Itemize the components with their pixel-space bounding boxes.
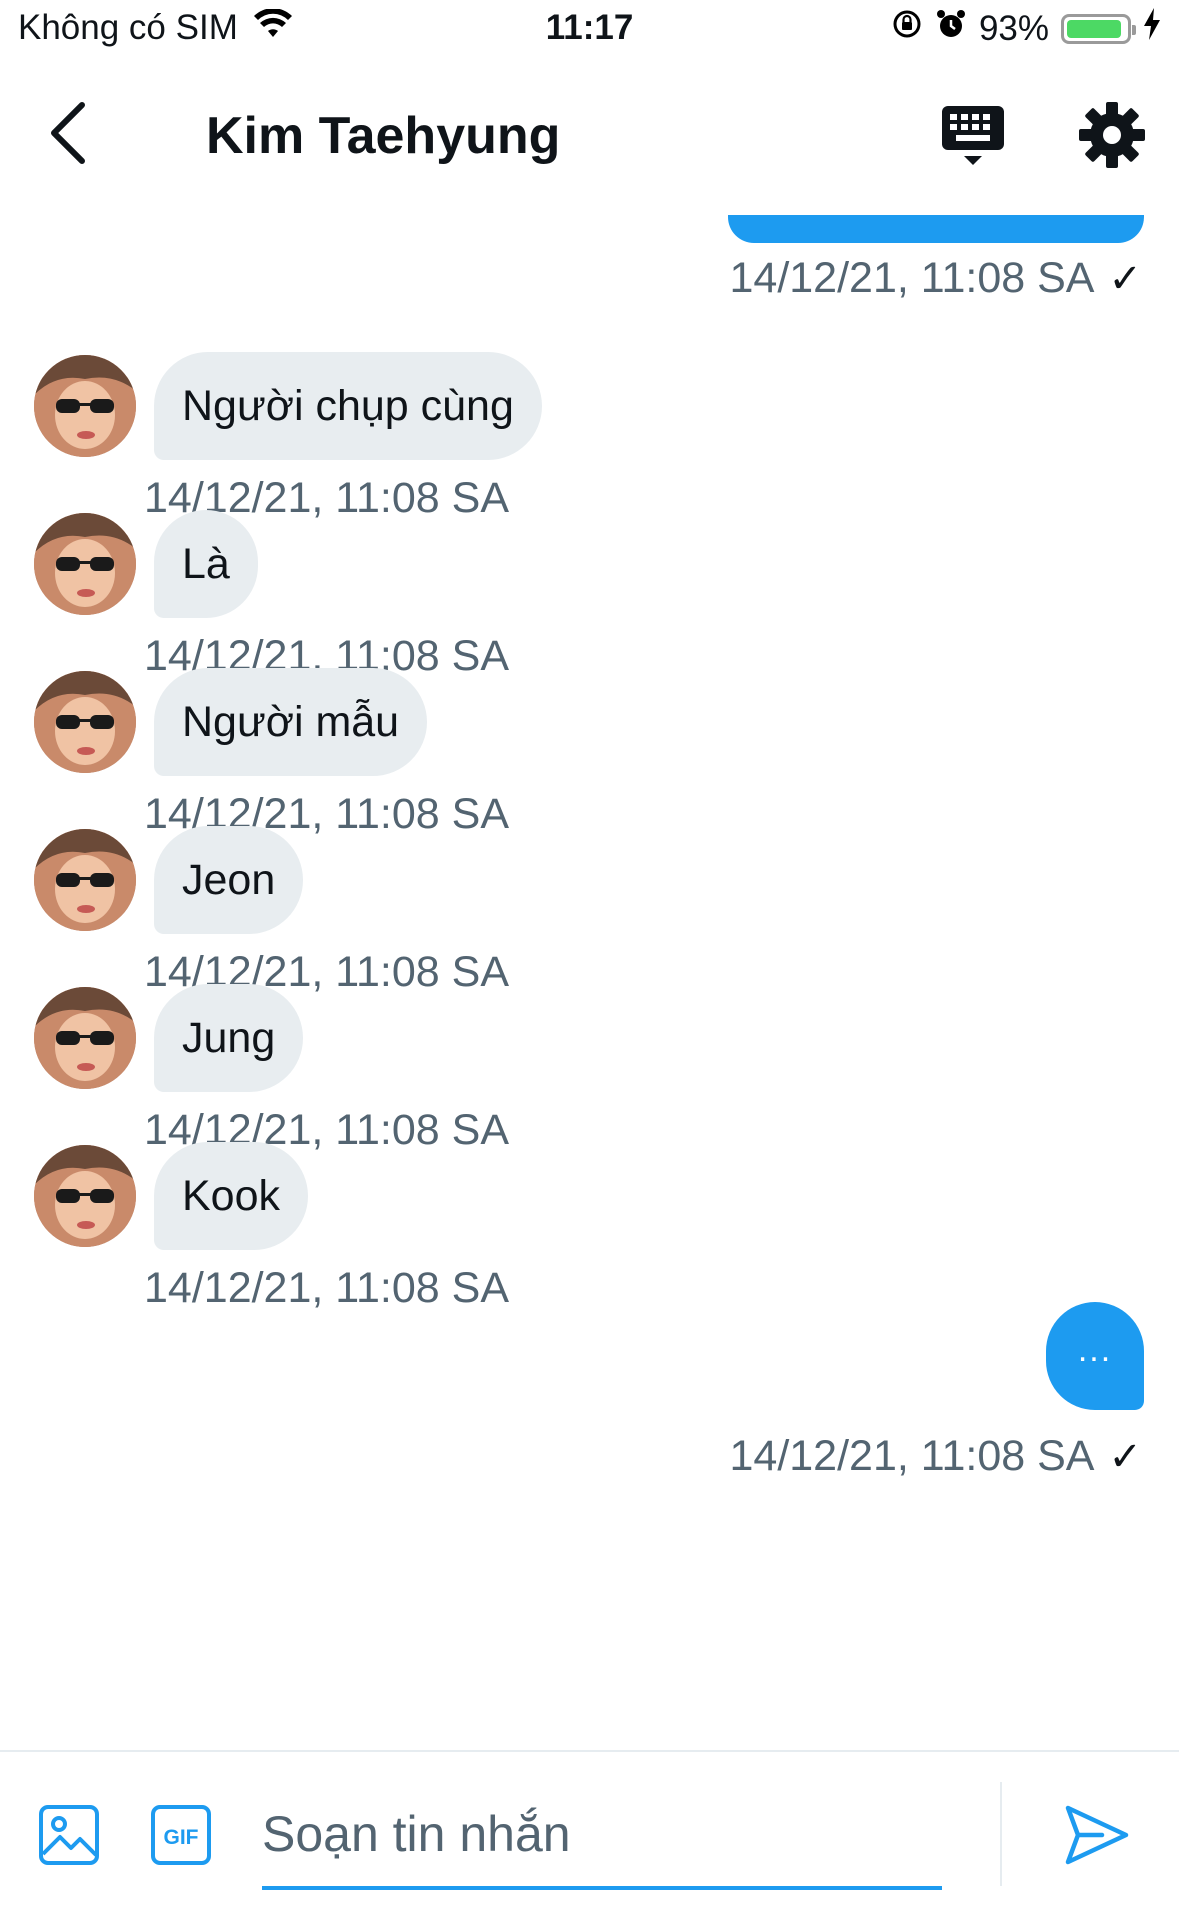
message-timestamp: 14/12/21, 11:08 SA ✓ <box>729 1432 1142 1481</box>
add-gif-button[interactable]: GIF <box>150 1804 212 1866</box>
send-icon <box>1062 1805 1132 1874</box>
gear-icon <box>1077 102 1147 174</box>
alarm-icon <box>935 8 967 49</box>
battery-fill <box>1067 19 1121 38</box>
incoming-message-row: Kook 14/12/21, 11:08 SA <box>34 1142 1134 1342</box>
back-button[interactable] <box>38 100 98 170</box>
incoming-message-bubble[interactable]: Người mẫu <box>154 668 428 776</box>
image-icon <box>38 1805 100 1870</box>
back-chevron-icon <box>48 101 88 170</box>
settings-button[interactable] <box>1077 100 1147 170</box>
avatar[interactable] <box>34 671 136 773</box>
battery-percent: 93% <box>978 8 1049 48</box>
add-image-button[interactable] <box>38 1804 100 1866</box>
rotation-lock-icon <box>891 8 923 49</box>
chat-title[interactable]: Kim Taehyung <box>206 106 560 166</box>
compose-divider <box>1000 1782 1002 1886</box>
read-check-icon: ✓ <box>1108 1435 1142 1479</box>
avatar[interactable] <box>34 829 136 931</box>
avatar[interactable] <box>34 1145 136 1247</box>
status-bar: Không có SIM 11:17 93% <box>0 0 1179 60</box>
message-input[interactable] <box>262 1782 942 1890</box>
status-right: 93% <box>891 8 1161 49</box>
incoming-message-bubble[interactable]: Jung <box>154 984 304 1092</box>
send-button[interactable] <box>1062 1800 1132 1870</box>
timestamp-text: 14/12/21, 11:08 SA <box>729 1432 1095 1480</box>
compose-bar: GIF <box>0 1750 1179 1920</box>
timestamp-text: 14/12/21, 11:08 SA <box>729 254 1095 302</box>
keyboard-button[interactable] <box>938 100 1008 170</box>
read-check-icon: ✓ <box>1108 257 1142 301</box>
incoming-message-bubble[interactable]: Jeon <box>154 826 304 934</box>
incoming-message-bubble[interactable]: Người chụp cùng <box>154 352 542 460</box>
outgoing-message-bubble[interactable]: ... <box>1046 1302 1144 1410</box>
message-timestamp: 14/12/21, 11:08 SA ✓ <box>729 254 1142 303</box>
incoming-message-bubble[interactable]: Kook <box>154 1142 309 1250</box>
charging-bolt-icon <box>1143 8 1161 49</box>
keyboard-icon <box>938 106 1008 174</box>
avatar[interactable] <box>34 987 136 1089</box>
chat-header: Kim Taehyung <box>0 60 1179 210</box>
battery-icon <box>1061 13 1136 44</box>
avatar[interactable] <box>34 513 136 615</box>
avatar[interactable] <box>34 355 136 457</box>
gif-icon: GIF <box>150 1805 212 1870</box>
outgoing-message-bubble[interactable] <box>728 215 1144 243</box>
message-timestamp: 14/12/21, 11:08 SA <box>144 1264 509 1312</box>
svg-text:GIF: GIF <box>164 1826 199 1849</box>
message-list[interactable]: 14/12/21, 11:08 SA ✓ Người chụp cùng 14/1… <box>0 210 1179 1750</box>
incoming-message-bubble[interactable]: Là <box>154 510 258 618</box>
